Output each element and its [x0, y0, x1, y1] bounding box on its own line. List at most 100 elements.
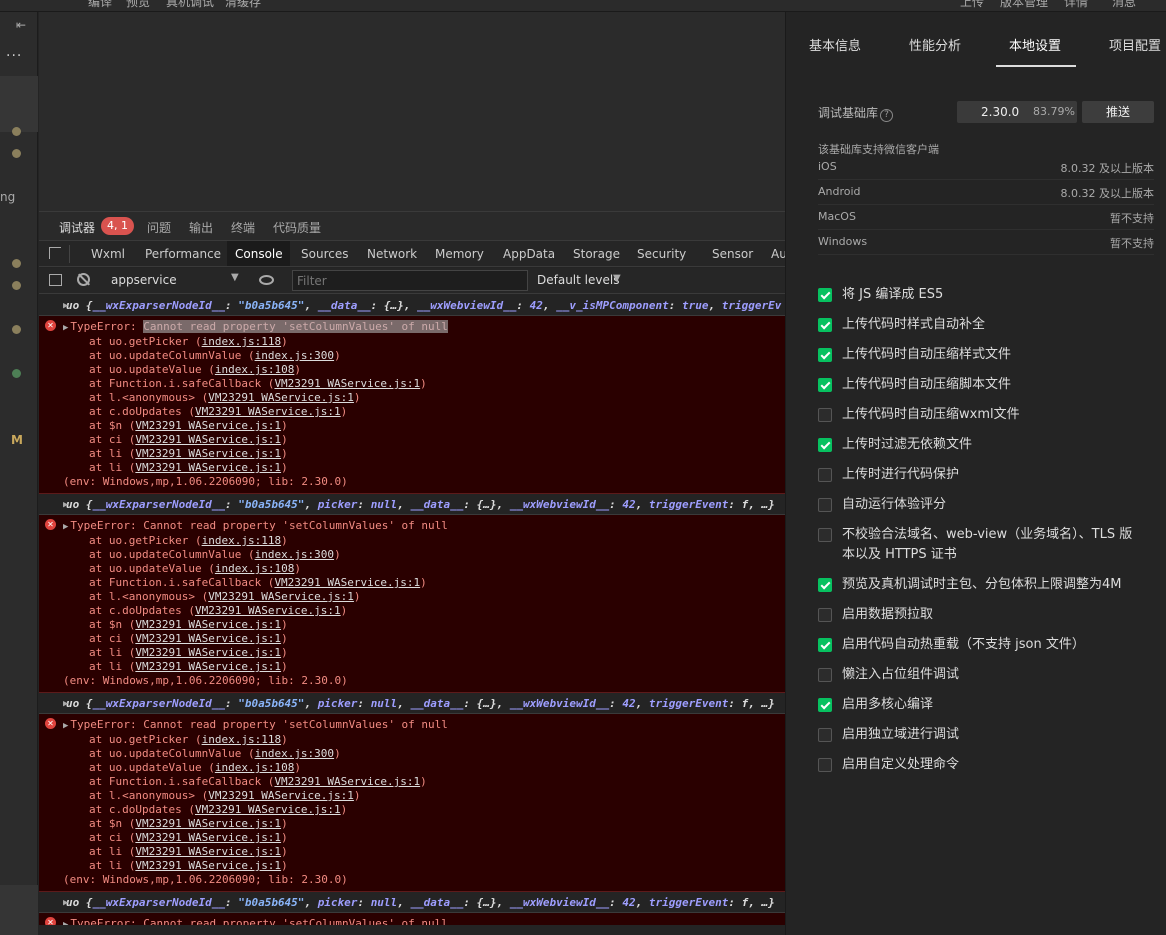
source-link[interactable]: VM23291 WAService.js:1 — [135, 845, 281, 858]
source-link[interactable]: VM23291 WAService.js:1 — [208, 789, 354, 802]
tab-network[interactable]: Network — [359, 241, 425, 266]
source-link[interactable]: VM23291 WAService.js:1 — [135, 817, 281, 830]
clear-cache-button[interactable]: 清缓存 — [225, 0, 261, 10]
sidebar-toggle-icon[interactable] — [49, 274, 62, 286]
expand-arrow-icon[interactable]: ▶ — [63, 896, 68, 910]
option-checkbox[interactable] — [818, 638, 832, 652]
option-checkbox[interactable] — [818, 728, 832, 742]
option-checkbox[interactable] — [818, 608, 832, 622]
tab-security[interactable]: Security — [629, 241, 694, 266]
option-checkbox[interactable] — [818, 378, 832, 392]
tab-debugger[interactable]: 调试器 — [59, 219, 96, 242]
expand-arrow-icon[interactable]: ▶ — [63, 522, 68, 532]
expand-arrow-icon[interactable]: ▶ — [63, 323, 68, 333]
context-select[interactable]: appservice — [111, 273, 177, 287]
source-link[interactable]: index.js:300 — [255, 548, 334, 561]
tab-sources[interactable]: Sources — [293, 241, 356, 266]
lib-version-select[interactable]: 2.30.0 83.79% — [957, 101, 1077, 123]
help-icon[interactable]: ? — [880, 109, 894, 122]
eye-icon[interactable] — [259, 275, 274, 285]
details-button[interactable]: 详情 — [1064, 0, 1088, 10]
source-link[interactable]: VM23291 WAService.js:1 — [195, 604, 341, 617]
expand-arrow-icon[interactable]: ▶ — [63, 721, 68, 731]
log-entry[interactable]: ▶ uo {__wxExparserNodeId__: "b0a5b645", … — [39, 693, 785, 714]
source-link[interactable]: VM23291 WAService.js:1 — [208, 590, 354, 603]
log-entry[interactable]: ▶ uo {__wxExparserNodeId__: "b0a5b645", … — [39, 494, 785, 515]
device-toolbar-icon[interactable] — [69, 245, 70, 263]
log-entry[interactable]: ▶ uo {__wxExparserNodeId__: "b0a5b645", … — [39, 295, 785, 316]
option-checkbox[interactable] — [818, 668, 832, 682]
compile-button[interactable]: 编译 — [88, 0, 112, 10]
selected-tree-row[interactable] — [0, 76, 38, 132]
option-checkbox[interactable] — [818, 698, 832, 712]
tab-console[interactable]: Console — [227, 241, 290, 266]
tab-project-config[interactable]: 项目配置 — [1109, 35, 1161, 54]
source-link[interactable]: VM23291 WAService.js:1 — [135, 831, 281, 844]
option-checkbox[interactable] — [818, 578, 832, 592]
option-checkbox[interactable] — [818, 318, 832, 332]
tab-basic-info[interactable]: 基本信息 — [809, 35, 861, 54]
source-link[interactable]: VM23291 WAService.js:1 — [135, 618, 281, 631]
push-button[interactable]: 推送 — [1082, 101, 1154, 123]
expand-arrow-icon[interactable]: ▶ — [63, 697, 68, 711]
option-checkbox[interactable] — [818, 408, 832, 422]
source-link[interactable]: VM23291 WAService.js:1 — [195, 405, 341, 418]
tab-memory[interactable]: Memory — [427, 241, 492, 266]
log-entry[interactable]: ▶ uo {__wxExparserNodeId__: "b0a5b645", … — [39, 892, 785, 913]
source-link[interactable]: VM23291 WAService.js:1 — [135, 461, 281, 474]
tab-wxml[interactable]: Wxml — [83, 241, 133, 266]
source-link[interactable]: index.js:118 — [202, 534, 281, 547]
source-link[interactable]: VM23291 WAService.js:1 — [274, 377, 420, 390]
option-checkbox[interactable] — [818, 498, 832, 512]
tab-code-quality[interactable]: 代码质量 — [273, 219, 321, 236]
remote-debug-button[interactable]: 真机调试 — [166, 0, 214, 10]
filter-input[interactable] — [292, 270, 528, 291]
inspect-element-icon[interactable] — [49, 247, 61, 259]
source-link[interactable]: index.js:300 — [255, 747, 334, 760]
more-icon[interactable]: ··· — [6, 48, 22, 64]
tab-local-settings[interactable]: 本地设置 — [1009, 35, 1061, 54]
expand-arrow-icon[interactable]: ▶ — [63, 920, 68, 925]
tab-terminal[interactable]: 终端 — [231, 219, 255, 236]
source-link[interactable]: index.js:108 — [215, 761, 294, 774]
option-checkbox[interactable] — [818, 288, 832, 302]
option-checkbox[interactable] — [818, 348, 832, 362]
messages-button[interactable]: 消息 — [1112, 0, 1136, 10]
collapse-panel-icon[interactable]: ⇤ — [16, 18, 26, 32]
expand-arrow-icon[interactable]: ▶ — [63, 299, 68, 313]
tab-performance[interactable]: Performance — [137, 241, 229, 266]
source-link[interactable]: index.js:108 — [215, 363, 294, 376]
source-link[interactable]: VM23291 WAService.js:1 — [135, 632, 281, 645]
option-checkbox[interactable] — [818, 468, 832, 482]
source-link[interactable]: VM23291 WAService.js:1 — [135, 447, 281, 460]
option-checkbox[interactable] — [818, 438, 832, 452]
option-checkbox[interactable] — [818, 758, 832, 772]
tab-more[interactable]: Au — [763, 241, 785, 266]
tab-output[interactable]: 输出 — [189, 219, 213, 236]
source-link[interactable]: VM23291 WAService.js:1 — [135, 419, 281, 432]
source-link[interactable]: VM23291 WAService.js:1 — [274, 576, 420, 589]
preview-button[interactable]: 预览 — [126, 0, 150, 10]
tab-appdata[interactable]: AppData — [495, 241, 563, 266]
source-link[interactable]: index.js:108 — [215, 562, 294, 575]
source-link[interactable]: VM23291 WAService.js:1 — [195, 803, 341, 816]
chevron-down-icon[interactable]: ▼ — [231, 272, 239, 283]
upload-button[interactable]: 上传 — [960, 0, 984, 10]
tab-problems[interactable]: 问题 — [147, 219, 171, 236]
source-link[interactable]: VM23291 WAService.js:1 — [208, 391, 354, 404]
source-link[interactable]: VM23291 WAService.js:1 — [135, 646, 281, 659]
tab-sensor[interactable]: Sensor — [704, 241, 761, 266]
tab-performance-analysis[interactable]: 性能分析 — [909, 35, 961, 54]
source-link[interactable]: index.js:118 — [202, 335, 281, 348]
log-levels-select[interactable]: Default levels — [537, 273, 619, 287]
error-entry[interactable]: ✕ ▶ TypeError: Cannot read property 'setCo… — [39, 714, 785, 892]
option-checkbox[interactable] — [818, 528, 832, 542]
error-entry[interactable]: ✕ ▶ TypeError: Cannot read property 'setCo… — [39, 913, 785, 925]
source-link[interactable]: VM23291 WAService.js:1 — [135, 859, 281, 872]
source-link[interactable]: VM23291 WAService.js:1 — [135, 660, 281, 673]
source-link[interactable]: VM23291 WAService.js:1 — [274, 775, 420, 788]
source-link[interactable]: VM23291 WAService.js:1 — [135, 433, 281, 446]
version-button[interactable]: 版本管理 — [1000, 0, 1048, 10]
error-entry[interactable]: ✕ ▶ TypeError: Cannot read property 'setCo… — [39, 515, 785, 693]
error-entry[interactable]: ✕ ▶ TypeError: Cannot read property 'setCo… — [39, 316, 785, 494]
